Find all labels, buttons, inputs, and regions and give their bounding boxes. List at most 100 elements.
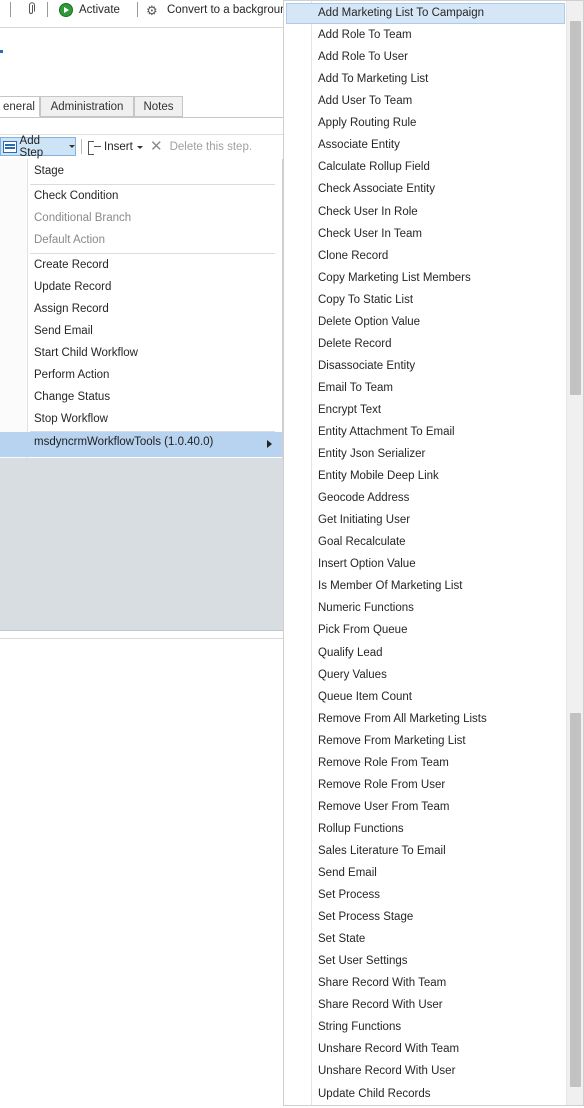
toolbar-separator (10, 2, 11, 17)
submenu-item[interactable]: Send Email (318, 863, 377, 883)
submenu-item[interactable]: Get Initiating User (318, 510, 410, 530)
tab-administration[interactable]: Administration (40, 96, 134, 117)
menu-item-stage[interactable]: Stage (34, 161, 64, 181)
menu-item-create-record[interactable]: Create Record (34, 255, 109, 275)
menu-item-send-email[interactable]: Send Email (34, 321, 93, 341)
submenu-item[interactable]: Insert Option Value (318, 554, 416, 574)
submenu-item[interactable]: Unshare Record With User (318, 1061, 455, 1081)
menu-item-stop-workflow[interactable]: Stop Workflow (34, 409, 108, 429)
menu-divider (30, 184, 275, 185)
submenu-item[interactable]: Entity Mobile Deep Link (318, 466, 439, 486)
submenu-item[interactable]: Remove From Marketing List (318, 731, 466, 751)
convert-icon: ⚙ (146, 2, 158, 18)
menu-divider (30, 253, 275, 254)
submenu-item[interactable]: Set User Settings (318, 951, 407, 971)
add-step-icon (3, 140, 17, 153)
submenu-item[interactable]: Pick From Queue (318, 620, 407, 640)
submenu-item[interactable]: Check Associate Entity (318, 179, 435, 199)
menu-gutter (311, 1, 312, 1105)
tab-general[interactable]: eneral (0, 96, 40, 117)
submenu-item[interactable]: Queue Item Count (318, 687, 412, 707)
delete-label: Delete this step. (169, 141, 253, 153)
paperclip-icon[interactable] (26, 2, 36, 16)
add-step-button[interactable]: Add Step (0, 135, 76, 159)
submenu-item[interactable]: Set Process Stage (318, 907, 413, 927)
insert-icon (86, 140, 102, 155)
submenu-item[interactable]: Unshare Record With Team (318, 1039, 459, 1059)
submenu-item[interactable]: Add Marketing List To Campaign (318, 3, 484, 23)
submenu-item[interactable]: String Functions (318, 1017, 401, 1037)
submenu-item[interactable]: Qualify Lead (318, 643, 383, 663)
submenu-item[interactable]: Copy To Static List (318, 290, 413, 310)
submenu-item[interactable]: Set Process (318, 885, 380, 905)
tab-label: Administration (50, 100, 124, 113)
submenu-item[interactable]: Delete Record (318, 334, 392, 354)
scrollbar[interactable] (566, 1, 583, 1105)
submenu-item[interactable]: Goal Recalculate (318, 532, 406, 552)
submenu-item[interactable]: Clone Record (318, 246, 388, 266)
submenu-item[interactable]: Numeric Functions (318, 598, 414, 618)
submenu-item[interactable]: Sales Literature To Email (318, 841, 446, 861)
submenu-item[interactable]: Apply Routing Rule (318, 113, 416, 133)
tab-label: eneral (3, 100, 35, 113)
menu-item-check-condition[interactable]: Check Condition (34, 186, 118, 206)
submenu-item[interactable]: Share Record With Team (318, 973, 446, 993)
menu-item-start-child-workflow[interactable]: Start Child Workflow (34, 343, 138, 363)
submenu-item[interactable]: Check User In Team (318, 224, 422, 244)
panel-divider (0, 638, 283, 639)
menu-item-label: msdyncrmWorkflowTools (1.0.40.0) (34, 436, 214, 448)
submenu-item[interactable]: Remove User From Team (318, 797, 449, 817)
menu-item-default-action: Default Action (34, 234, 105, 246)
chevron-down-icon (69, 145, 75, 148)
submenu-item[interactable]: Add Role To User (318, 47, 408, 67)
menu-item-change-status[interactable]: Change Status (34, 387, 110, 407)
submenu-item[interactable]: Delete Option Value (318, 312, 420, 332)
submenu-item[interactable]: Add To Marketing List (318, 69, 428, 89)
activate-button[interactable]: Activate (59, 2, 120, 18)
submenu-item[interactable]: Calculate Rollup Field (318, 157, 430, 177)
workflow-steps-panel (0, 458, 283, 631)
top-toolbar: Activate ⚙ Convert to a backgroun (0, 0, 290, 20)
tab-baseline (0, 117, 283, 118)
close-icon: ✕ (150, 138, 163, 155)
menu-item-assign-record[interactable]: Assign Record (34, 299, 109, 319)
scrollbar-thumb[interactable] (570, 21, 581, 395)
submenu-item[interactable]: Add Role To Team (318, 25, 412, 45)
submenu-item[interactable]: Rollup Functions (318, 819, 404, 839)
link-fragment (0, 50, 3, 53)
tab-notes[interactable]: Notes (134, 96, 183, 117)
submenu-item[interactable]: Remove Role From User (318, 775, 445, 795)
chevron-right-icon (267, 440, 272, 448)
workflow-tools-submenu: Add Marketing List To Campaign Add Role T… (283, 0, 584, 1106)
submenu-item[interactable]: Remove From All Marketing Lists (318, 709, 487, 729)
convert-background-button[interactable]: ⚙ Convert to a backgroun (146, 2, 287, 18)
submenu-item[interactable]: Set State (318, 929, 365, 949)
menu-item-update-record[interactable]: Update Record (34, 277, 111, 297)
submenu-item[interactable]: Is Member Of Marketing List (318, 576, 462, 596)
scrollbar-thumb[interactable] (570, 713, 581, 1087)
submenu-item[interactable]: Add User To Team (318, 91, 412, 111)
submenu-item[interactable]: Entity Attachment To Email (318, 422, 455, 442)
menu-item-workflow-tools[interactable]: msdyncrmWorkflowTools (1.0.40.0) (0, 432, 282, 457)
submenu-item[interactable]: Share Record With User (318, 995, 443, 1015)
insert-button[interactable]: Insert (86, 138, 143, 156)
submenu-item[interactable]: Remove Role From Team (318, 753, 449, 773)
submenu-item[interactable]: Geocode Address (318, 488, 409, 508)
submenu-item[interactable]: Entity Json Serializer (318, 444, 425, 464)
menu-item-perform-action[interactable]: Perform Action (34, 365, 109, 385)
add-step-menu: Stage Check Condition Conditional Branch… (0, 159, 283, 458)
submenu-item[interactable]: Copy Marketing List Members (318, 268, 471, 288)
chevron-down-icon (136, 145, 143, 149)
submenu-item[interactable]: Update Child Records (318, 1084, 431, 1104)
submenu-item[interactable]: Disassociate Entity (318, 356, 415, 376)
submenu-item[interactable]: Query Values (318, 665, 387, 685)
tab-label: Notes (143, 100, 174, 113)
submenu-item[interactable]: Check User In Role (318, 202, 418, 222)
submenu-item[interactable]: Email To Team (318, 378, 393, 398)
submenu-item[interactable]: Encrypt Text (318, 400, 381, 420)
convert-label: Convert to a backgroun (167, 4, 287, 16)
delete-step-button[interactable]: ✕ Delete this step. (150, 138, 252, 156)
activate-icon (59, 3, 73, 17)
submenu-item[interactable]: Associate Entity (318, 135, 400, 155)
toolbar-separator (47, 2, 48, 17)
